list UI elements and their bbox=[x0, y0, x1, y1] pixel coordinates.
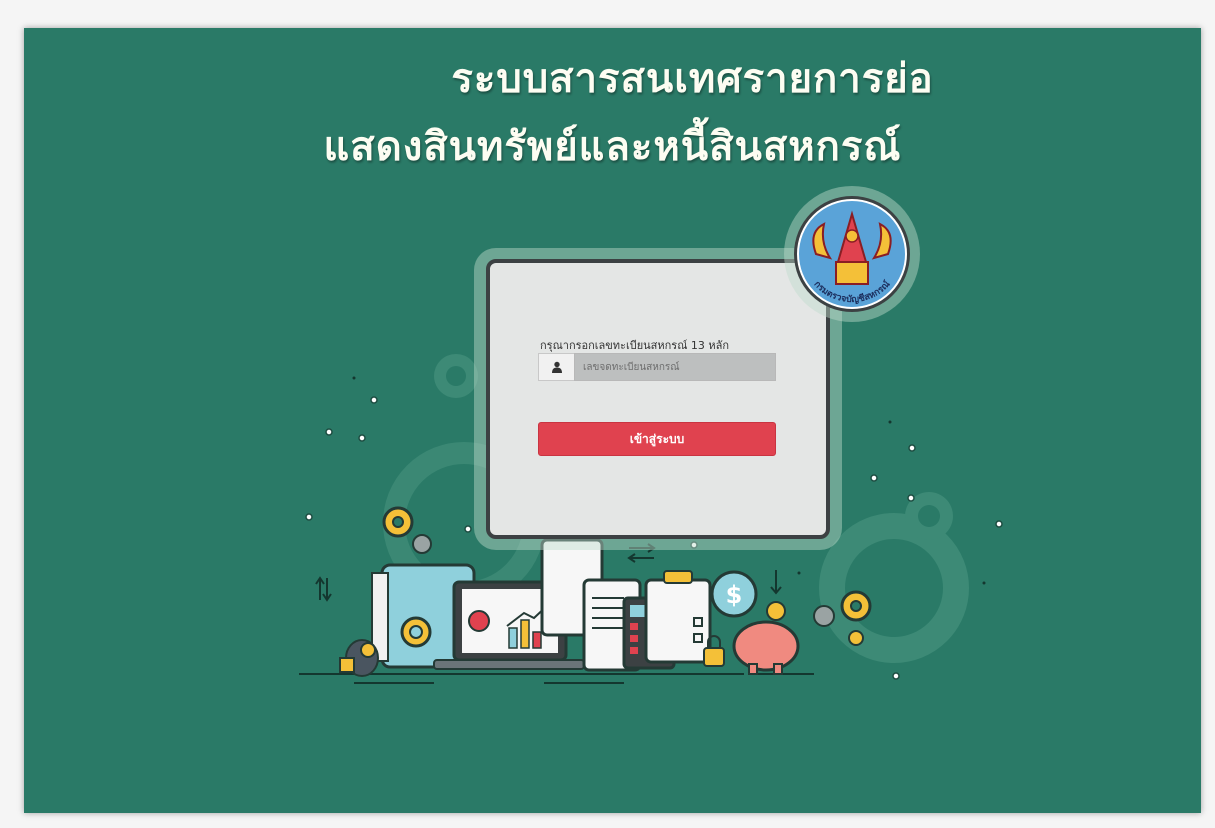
login-button[interactable]: เข้าสู่ระบบ bbox=[538, 422, 776, 456]
gear-icon bbox=[819, 513, 969, 663]
svg-text:$: $ bbox=[726, 581, 743, 609]
ground-line bbox=[299, 673, 814, 684]
login-card: กรุณากรอกเลขทะเบียนสหกรณ์ 13 หลัก เข้าสู… bbox=[486, 259, 830, 539]
registration-prompt: กรุณากรอกเลขทะเบียนสหกรณ์ 13 หลัก bbox=[540, 339, 730, 352]
login-page: ระบบสารสนเทศรายการย่อ แสดงสินทรัพย์และหน… bbox=[24, 28, 1201, 813]
money-bag-icon bbox=[339, 639, 379, 677]
department-seal-logo: กรมตรวจบัญชีสหกรณ์ bbox=[784, 186, 920, 322]
user-icon bbox=[538, 353, 574, 381]
clipboard-icon bbox=[644, 570, 712, 664]
registration-number-input[interactable] bbox=[574, 353, 776, 381]
registration-input-group bbox=[538, 353, 776, 381]
dollar-bubble-icon: $ bbox=[710, 570, 758, 618]
